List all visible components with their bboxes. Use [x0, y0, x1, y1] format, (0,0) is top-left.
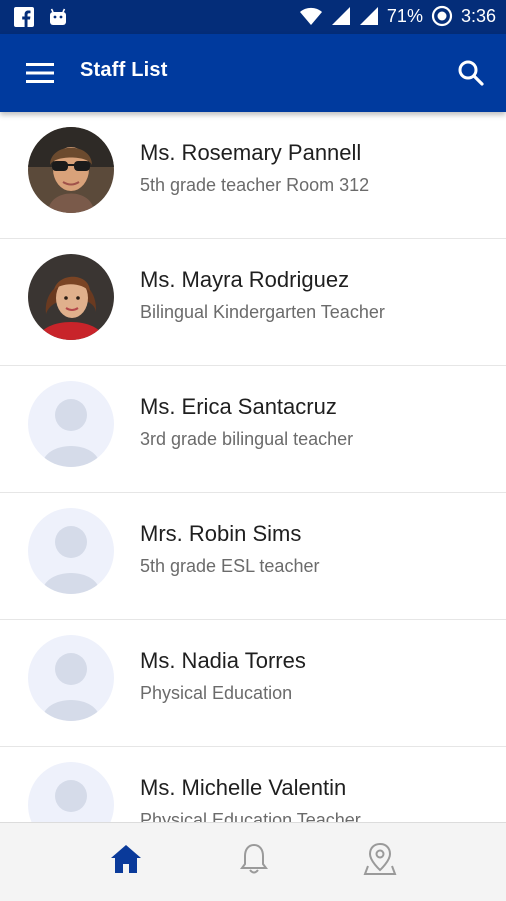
nav-notifications-button[interactable] [234, 841, 274, 881]
app-bar: Staff List [0, 34, 506, 112]
staff-name: Ms. Michelle Valentin [140, 775, 347, 800]
staff-list: Ms. Rosemary Pannell 5th grade teacher R… [0, 112, 506, 822]
staff-role: 3rd grade bilingual teacher [140, 429, 354, 449]
placeholder-avatar-icon [28, 508, 114, 594]
wifi-icon [299, 6, 323, 26]
staff-name: Ms. Mayra Rodriguez [140, 267, 350, 292]
clock: 3:36 [460, 5, 496, 26]
status-bar: 71% 3:36 [0, 0, 506, 34]
location-pin-icon [363, 842, 397, 881]
placeholder-avatar-icon [28, 635, 114, 721]
staff-name: Ms. Erica Santacruz [140, 394, 337, 419]
avatar [28, 254, 114, 340]
staff-role: Physical Education [140, 683, 293, 703]
sync-icon [431, 5, 453, 27]
bell-icon [237, 842, 271, 881]
page-title: Staff List [80, 59, 168, 81]
signal-icon [331, 6, 351, 26]
staff-role: Bilingual Kindergarten Teacher [140, 302, 385, 322]
staff-name: Mrs. Robin Sims [140, 521, 302, 546]
placeholder-avatar-icon [28, 762, 114, 822]
home-icon [109, 842, 143, 881]
menu-button[interactable] [20, 56, 60, 90]
staff-role: Physical Education Teacher [140, 810, 361, 822]
search-button[interactable] [456, 58, 488, 90]
staff-row[interactable]: Ms. Nadia Torres Physical Education [0, 620, 506, 747]
staff-row[interactable]: Ms. Erica Santacruz 3rd grade bilingual … [0, 366, 506, 493]
staff-row[interactable]: Ms. Rosemary Pannell 5th grade teacher R… [0, 112, 506, 239]
bottom-navigation [0, 822, 506, 901]
staff-name: Ms. Nadia Torres [140, 648, 306, 673]
staff-name: Ms. Rosemary Pannell [140, 140, 362, 165]
battery-percentage: 71% [386, 5, 423, 26]
staff-row[interactable]: Mrs. Robin Sims 5th grade ESL teacher [0, 493, 506, 620]
nav-home-button[interactable] [106, 841, 146, 881]
search-icon [456, 60, 486, 92]
android-icon [48, 7, 68, 27]
nav-location-button[interactable] [360, 841, 400, 881]
staff-row[interactable]: Ms. Michelle Valentin Physical Education… [0, 747, 506, 822]
signal-icon [359, 6, 379, 26]
placeholder-avatar-icon [28, 381, 114, 467]
staff-role: 5th grade ESL teacher [140, 556, 320, 576]
avatar [28, 127, 114, 213]
staff-role: 5th grade teacher Room 312 [140, 175, 370, 195]
facebook-icon [14, 7, 34, 27]
staff-row[interactable]: Ms. Mayra Rodriguez Bilingual Kindergart… [0, 239, 506, 366]
